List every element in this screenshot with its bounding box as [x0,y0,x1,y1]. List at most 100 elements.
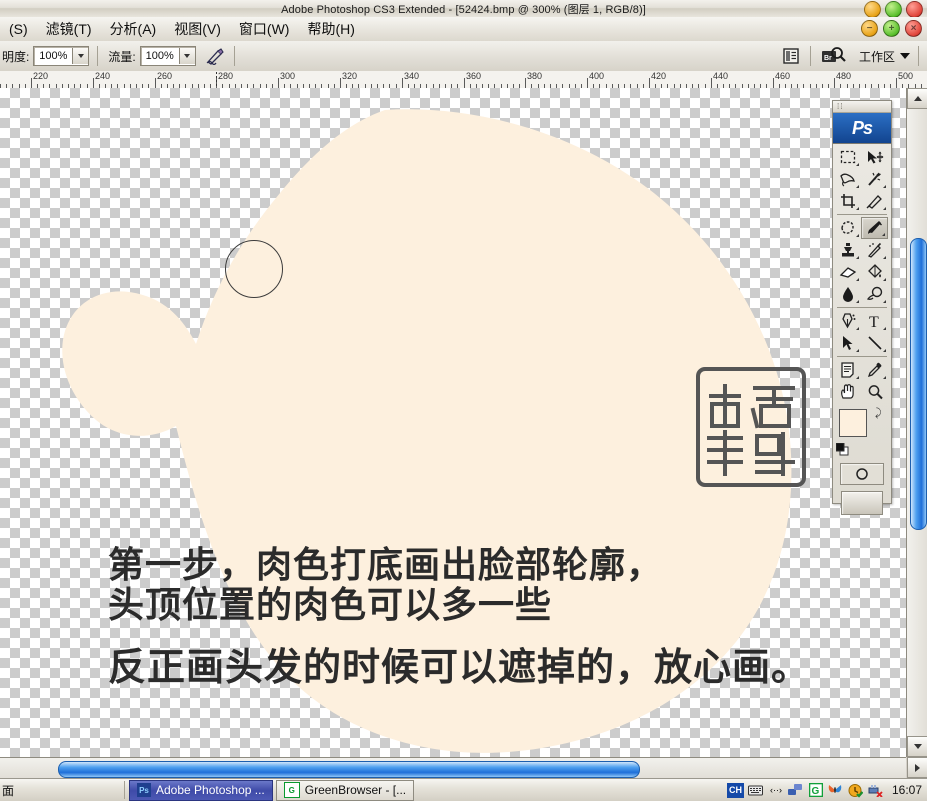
ruler-label: 320 [342,71,358,81]
menu-filter[interactable]: 滤镜(T) [37,18,101,40]
line-tool[interactable] [861,332,888,354]
default-colors-icon[interactable] [835,442,849,456]
scroll-up-button[interactable] [907,88,927,109]
bridge-icon[interactable]: Br [819,45,849,67]
tool-expand-triangle-icon[interactable] [856,346,859,352]
keyboard-icon[interactable] [748,782,764,798]
eyedropper-tool[interactable] [861,359,888,381]
tool-expand-triangle-icon[interactable] [883,204,886,210]
dodge-tool[interactable] [861,283,888,305]
tool-expand-triangle-icon[interactable] [883,324,886,330]
palette-toggle-icon[interactable] [780,45,802,67]
blur-tool[interactable] [834,283,861,305]
desktop-label[interactable]: 面 [0,782,120,799]
move-tool[interactable] [861,146,888,168]
magic-wand-tool[interactable] [861,168,888,190]
opacity-dropdown-arrow[interactable] [72,48,89,64]
zoom-tool[interactable] [861,381,888,403]
tool-expand-triangle-icon[interactable] [883,373,886,379]
workspace-label[interactable]: 工作区 [859,48,895,65]
path-selection-tool[interactable] [834,332,861,354]
tool-expand-triangle-icon[interactable] [883,253,886,259]
butterfly-icon[interactable] [828,782,844,798]
doc-close-button[interactable]: × [905,20,922,37]
menu-analysis[interactable]: 分析(A) [101,18,166,40]
brush-tool[interactable] [861,217,888,239]
palette-grip[interactable]: ⁞⁞ [833,101,891,113]
pen-tool[interactable] [834,310,861,332]
clock-shield-icon[interactable] [848,782,864,798]
vertical-scroll-thumb[interactable] [910,238,927,530]
menu-help[interactable]: 帮助(H) [298,18,363,40]
history-brush-tool[interactable] [861,239,888,261]
doc-maximize-button[interactable]: + [883,20,900,37]
paint-bucket-tool[interactable] [861,261,888,283]
minimize-button[interactable] [864,1,881,18]
tool-expand-triangle-icon[interactable] [856,204,859,210]
maximize-button[interactable] [885,1,902,18]
close-button[interactable] [906,1,923,18]
flow-label: 流量: [108,49,136,64]
vertical-scrollbar[interactable] [906,88,927,757]
ruler-major-tick [587,78,588,88]
lasso-tool[interactable] [834,168,861,190]
tool-expand-triangle-icon[interactable] [856,231,859,237]
system-clock[interactable]: 16:07 [892,783,922,797]
taskbar-item-photoshop[interactable]: Ps Adobe Photoshop ... [129,779,273,801]
foreground-color-swatch[interactable] [839,409,867,437]
ruler-label: 360 [466,71,482,81]
clone-stamp-tool[interactable] [834,239,861,261]
hand-tool[interactable] [834,381,861,403]
tool-expand-triangle-icon[interactable] [883,346,886,352]
quick-mask-toggle[interactable] [833,463,891,485]
tool-expand-triangle-icon[interactable] [856,275,859,281]
flow-dropdown-arrow[interactable] [178,48,195,64]
swap-colors-icon[interactable]: ⤸ [875,407,882,420]
flow-stepper[interactable]: 100% [139,46,196,66]
greenbrowser-icon[interactable]: G [808,782,824,798]
horizontal-scrollbar[interactable] [0,757,906,779]
notes-tool[interactable] [834,359,861,381]
taskbar-item-greenbrowser[interactable]: G GreenBrowser - [... [275,779,415,801]
photoshop-logo[interactable]: Ps [833,113,891,144]
safely-remove-icon[interactable] [868,782,884,798]
canvas-area[interactable]: 第一步，肉色打底画出脸部轮廓， 头顶位置的肉色可以多一些 反正画头发的时候可以遮… [0,88,906,757]
tool-expand-triangle-icon[interactable] [883,182,886,188]
connection-icon[interactable]: ‹··› [768,782,784,798]
tool-expand-triangle-icon[interactable] [882,230,885,236]
horizontal-scroll-thumb[interactable] [58,761,640,778]
tool-expand-triangle-icon[interactable] [856,182,859,188]
horizontal-ruler[interactable]: 220 240 260 280 300 320 340 360 380 400 420 440 460 4… [0,71,927,89]
eraser-tool[interactable] [834,261,861,283]
tool-expand-triangle-icon[interactable] [856,160,859,166]
scroll-right-button[interactable] [907,757,927,778]
chevron-down-icon[interactable] [900,53,910,59]
screen-mode-button[interactable] [833,491,891,515]
opacity-value[interactable]: 100% [34,50,72,62]
quick-mask-box[interactable] [840,463,884,485]
menu-window[interactable]: 窗口(W) [230,18,299,40]
ime-indicator[interactable]: CH [726,782,744,798]
slice-tool[interactable] [861,190,888,212]
flow-value[interactable]: 100% [141,50,179,62]
airbrush-icon[interactable] [204,45,226,67]
tool-expand-triangle-icon[interactable] [856,373,859,379]
network-icon[interactable] [788,782,804,798]
doc-minimize-button[interactable]: − [861,20,878,37]
tool-expand-triangle-icon[interactable] [856,253,859,259]
tool-expand-triangle-icon[interactable] [883,275,886,281]
divider [837,356,887,357]
type-tool[interactable]: T [861,310,888,332]
healing-brush-tool[interactable] [834,217,861,239]
tool-expand-triangle-icon[interactable] [883,297,886,303]
opacity-stepper[interactable]: 100% [33,46,90,66]
tool-expand-triangle-icon[interactable] [856,324,859,330]
document-window-controls: − + × [861,20,922,37]
marquee-tool[interactable] [834,146,861,168]
crop-tool[interactable] [834,190,861,212]
scroll-down-button[interactable] [907,736,927,757]
tool-expand-triangle-icon[interactable] [856,297,859,303]
screen-mode-box[interactable] [841,491,883,515]
menu-select-truncated[interactable]: (S) [0,18,37,40]
menu-view[interactable]: 视图(V) [165,18,230,40]
